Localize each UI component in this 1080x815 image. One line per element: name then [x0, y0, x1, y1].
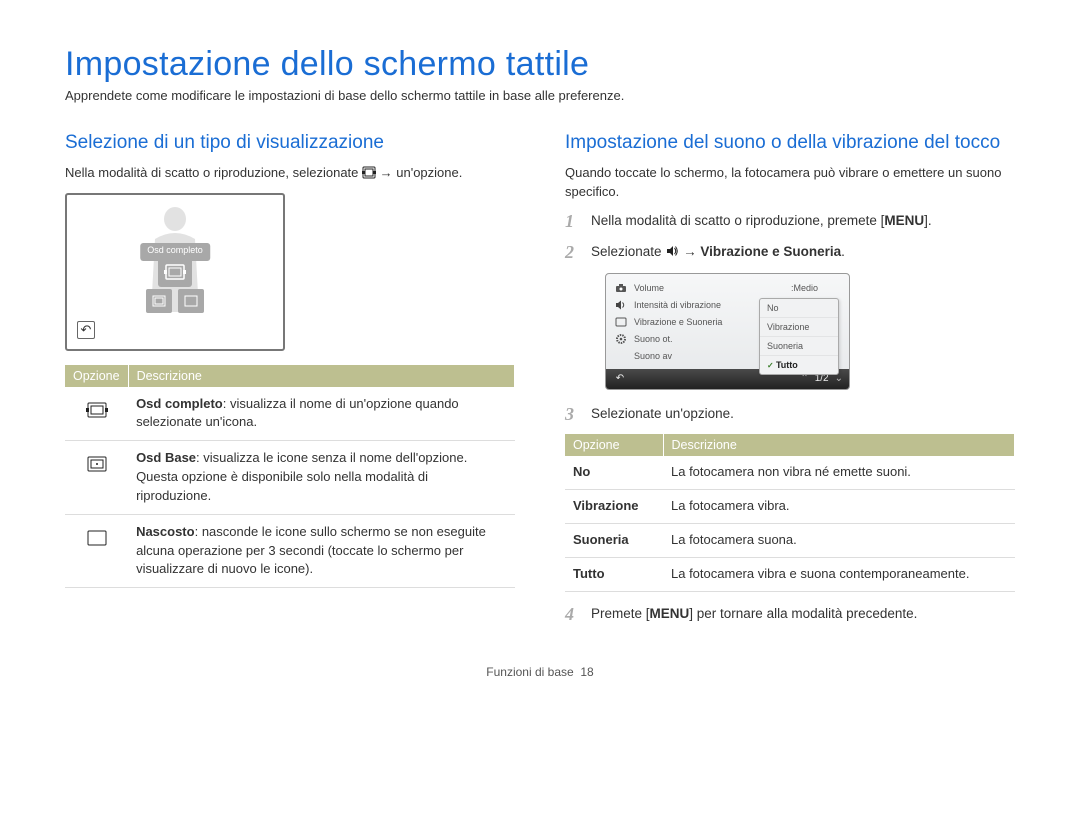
- back-icon[interactable]: ↶: [612, 372, 628, 386]
- menu-value: :Medio: [791, 283, 843, 293]
- page-footer: Funzioni di base 18: [65, 665, 1015, 679]
- step-number: 3: [565, 404, 581, 425]
- left-intro: Nella modalità di scatto o riproduzione,…: [65, 164, 515, 183]
- table-row: TuttoLa fotocamera vibra e suona contemp…: [565, 557, 1015, 591]
- opt-title: Nascosto: [136, 524, 195, 539]
- osd-icon-option: [146, 289, 172, 313]
- th-option: Opzione: [565, 434, 663, 456]
- dropdown-item[interactable]: Vibrazione: [760, 318, 838, 337]
- display-options-table: Opzione Descrizione Osd completo: visual…: [65, 365, 515, 589]
- th-desc: Descrizione: [128, 365, 514, 387]
- display-type-preview: Osd completo ↶: [65, 193, 285, 351]
- pager-text: 1/2: [815, 373, 829, 384]
- table-row: SuoneriaLa fotocamera suona.: [565, 524, 1015, 558]
- camera-icon: [612, 283, 630, 293]
- menu-word: MENU: [884, 213, 924, 228]
- camera-menu-preview: Volume :Medio Intensità di vibrazione Vi…: [605, 273, 850, 390]
- step-2: 2 Selezionate → Vibrazione e Suoneria.: [565, 242, 1015, 263]
- th-option: Opzione: [65, 365, 128, 387]
- step-3: 3 Selezionate un'opzione.: [565, 404, 1015, 425]
- menu-label: Volume: [630, 283, 791, 293]
- left-intro-a: Nella modalità di scatto o riproduzione,…: [65, 165, 362, 180]
- table-row: Nascosto: nasconde le icone sullo scherm…: [65, 514, 515, 588]
- table-row: Osd completo: visualizza il nome di un'o…: [65, 387, 515, 441]
- step-number: 2: [565, 242, 581, 263]
- chevron-up-icon[interactable]: ⌃: [800, 373, 808, 384]
- left-heading: Selezione di un tipo di visualizzazione: [65, 131, 515, 156]
- left-column: Selezione di un tipo di visualizzazione …: [65, 131, 515, 635]
- dropdown-item[interactable]: No: [760, 299, 838, 318]
- dropdown-item-selected[interactable]: Tutto: [760, 356, 838, 374]
- dropdown-panel: No Vibrazione Suoneria Tutto: [759, 298, 839, 375]
- th-desc: Descrizione: [663, 434, 1015, 456]
- back-button[interactable]: ↶: [77, 321, 95, 339]
- step-number: 1: [565, 211, 581, 232]
- opt-title: Osd completo: [136, 396, 223, 411]
- dropdown-item[interactable]: Suoneria: [760, 337, 838, 356]
- table-row: VibrazioneLa fotocamera vibra.: [565, 490, 1015, 524]
- display-menu-icon: [612, 317, 630, 327]
- osd-display-icon: [362, 166, 376, 179]
- step-number: 4: [565, 604, 581, 625]
- opt-title: Osd Base: [136, 450, 196, 465]
- chevron-down-icon[interactable]: ⌄: [835, 373, 843, 384]
- arrow-icon: → un'opzione.: [380, 165, 463, 180]
- osd-nascosto-icon: [65, 514, 128, 588]
- gear-menu-icon: [612, 333, 630, 345]
- step-1: 1 Nella modalità di scatto o riproduzion…: [565, 211, 1015, 232]
- sound-menu-icon: [612, 299, 630, 311]
- right-heading: Impostazione del suono o della vibrazion…: [565, 131, 1015, 156]
- sound-options-table: Opzione Descrizione NoLa fotocamera non …: [565, 434, 1015, 591]
- osd-completo-icon: [65, 387, 128, 441]
- table-row: NoLa fotocamera non vibra né emette suon…: [565, 456, 1015, 489]
- menu-word: MENU: [650, 606, 690, 621]
- osd-base-icon: [65, 441, 128, 515]
- right-column: Impostazione del suono o della vibrazion…: [565, 131, 1015, 635]
- right-intro: Quando toccate lo schermo, la fotocamera…: [565, 164, 1015, 202]
- osd-icon-option: [178, 289, 204, 313]
- page-subtitle: Apprendete come modificare le impostazio…: [65, 88, 1015, 103]
- table-row: Osd Base: visualizza le icone senza il n…: [65, 441, 515, 515]
- osd-icon-selected: [158, 257, 192, 287]
- step-4: 4 Premete [MENU] per tornare alla modali…: [565, 604, 1015, 625]
- page-title: Impostazione dello schermo tattile: [65, 45, 1015, 84]
- sound-icon: [665, 244, 679, 258]
